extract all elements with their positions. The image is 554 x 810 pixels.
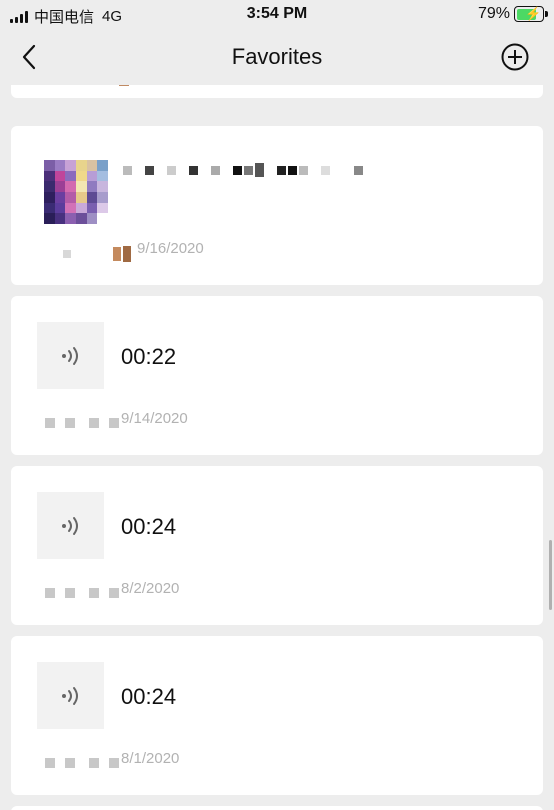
item-date: 8/1/2020 [121, 750, 180, 767]
voice-duration: 00:24 [121, 514, 177, 539]
status-right: 79% ⚡ [477, 5, 548, 23]
redacted-title [123, 163, 363, 177]
redacted-source [45, 588, 119, 598]
item-date: 8/2/2020 [121, 580, 180, 597]
plus-circle-icon [501, 43, 529, 71]
voice-icon-box [37, 322, 104, 389]
status-time: 3:54 PM [246, 5, 308, 22]
charging-bolt-icon: ⚡ [525, 6, 542, 21]
scroll-indicator[interactable] [549, 540, 552, 610]
redacted-source [63, 246, 131, 262]
add-favorite-button[interactable] [500, 42, 530, 72]
list-item-article[interactable]: 9/16/2020 [11, 126, 543, 285]
redacted-source [45, 758, 119, 768]
voice-icon-box [37, 492, 104, 559]
voice-wave-icon [61, 346, 78, 365]
list-item-voice[interactable]: 00:24 8/1/2020 [11, 636, 543, 795]
article-thumbnail [44, 160, 108, 224]
voice-wave-icon [61, 516, 78, 535]
list-item-voice[interactable]: 00:24 8/2/2020 [11, 466, 543, 625]
voice-duration: 00:24 [121, 684, 177, 709]
battery-icon: ⚡ [514, 6, 548, 22]
status-bar: 中国电信 4G 3:54 PM 79% ⚡ [0, 0, 554, 30]
item-date: 9/16/2020 [137, 240, 204, 257]
battery-percent: 79% [477, 5, 510, 22]
voice-duration: 00:22 [121, 344, 177, 369]
list-item[interactable] [11, 85, 543, 98]
item-date: 9/14/2020 [121, 410, 188, 427]
voice-wave-icon [61, 686, 78, 705]
redacted-meta [71, 85, 153, 86]
favorites-list[interactable]: 9/16/2020 00:22 9/14/2020 00:24 8/2/2020… [0, 85, 554, 810]
list-item[interactable] [11, 806, 543, 810]
list-item-voice[interactable]: 00:22 9/14/2020 [11, 296, 543, 455]
nav-bar: Favorites [0, 30, 554, 85]
redacted-source [45, 418, 119, 428]
page-title: Favorites [231, 44, 323, 69]
voice-icon-box [37, 662, 104, 729]
